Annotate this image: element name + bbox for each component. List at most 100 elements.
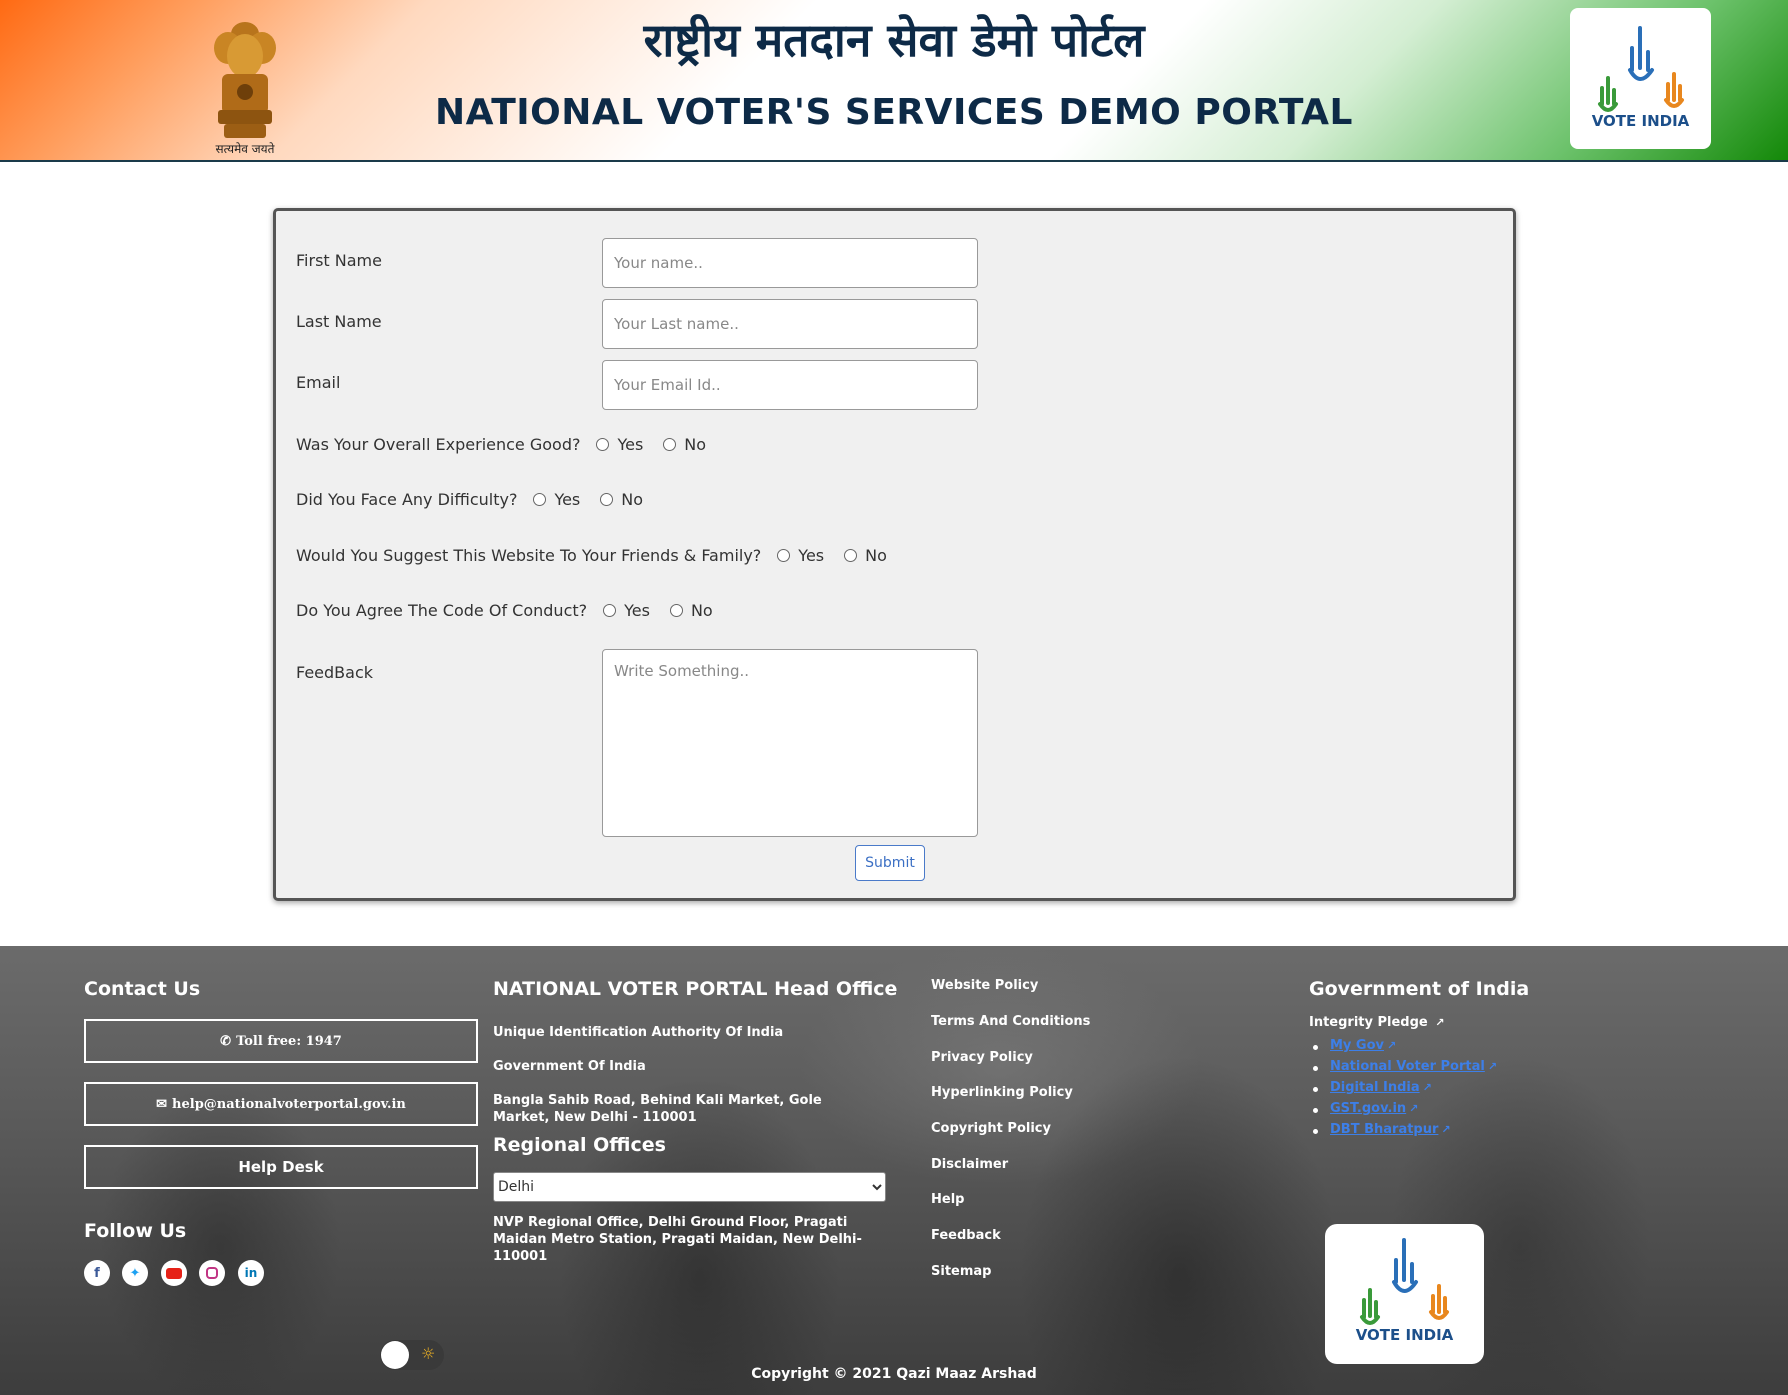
government-links: My Gov ↗ National Voter Portal ↗ Digital I… (1310, 1038, 1497, 1143)
radio-yes[interactable]: Yes (533, 490, 580, 509)
radio-no[interactable]: No (669, 601, 713, 620)
sitemap-link[interactable]: Sitemap (931, 1264, 991, 1279)
sun-icon: ☼ (421, 1344, 436, 1363)
radio-no[interactable]: No (844, 546, 887, 565)
radio-button[interactable] (844, 549, 858, 562)
regional-offices-heading: Regional Offices (493, 1134, 666, 1156)
email-input[interactable] (602, 360, 978, 410)
head-office-heading: NATIONAL VOTER PORTAL Head Office (493, 978, 898, 1000)
hyperlinking-policy-link[interactable]: Hyperlinking Policy (931, 1085, 1073, 1100)
radio-yes[interactable]: Yes (596, 435, 643, 454)
integrity-pledge-link[interactable]: Integrity Pledge ↗ (1309, 1014, 1445, 1031)
regional-office-address: NVP Regional Office, Delhi Ground Floor,… (493, 1215, 862, 1264)
list-item: GST.gov.in ↗ (1310, 1101, 1497, 1122)
radio-button[interactable] (777, 549, 791, 562)
radio-yes[interactable]: Yes (603, 601, 650, 620)
phone-icon: ✆ (220, 1033, 232, 1049)
digital-india-label: Digital India (1330, 1080, 1420, 1095)
question-label: Would You Suggest This Website To Your F… (296, 546, 762, 565)
email-label: help@nationalvoterportal.gov.in (172, 1096, 406, 1112)
external-link-icon: ↗ (1435, 1016, 1445, 1029)
external-link-icon: ↗ (1409, 1102, 1419, 1115)
youtube-icon[interactable] (161, 1260, 187, 1286)
submit-button[interactable]: Submit (855, 845, 925, 881)
list-item: DBT Bharatpur ↗ (1310, 1122, 1497, 1143)
question-suggest: Would You Suggest This Website To Your F… (296, 546, 907, 565)
feedback-textarea[interactable] (602, 649, 978, 837)
radio-yes[interactable]: Yes (777, 546, 824, 565)
regional-office-select[interactable]: Delhi (493, 1172, 886, 1202)
last-name-label: Last Name (296, 312, 382, 331)
toll-free-button[interactable]: ✆ Toll free: 1947 (84, 1019, 478, 1063)
website-policy-link[interactable]: Website Policy (931, 978, 1038, 993)
gst-label: GST.gov.in (1330, 1101, 1407, 1116)
dbt-bharatpur-label: DBT Bharatpur (1330, 1122, 1439, 1137)
digital-india-link[interactable]: Digital India ↗ (1330, 1080, 1432, 1095)
external-link-icon: ↗ (1387, 1039, 1397, 1052)
disclaimer-link[interactable]: Disclaimer (931, 1157, 1008, 1172)
radio-no-label: No (684, 435, 707, 454)
linkedin-icon[interactable]: in (238, 1260, 264, 1286)
gst-link[interactable]: GST.gov.in ↗ (1330, 1101, 1418, 1116)
page-title: NATIONAL VOTER'S SERVICES DEMO PORTAL (435, 92, 1353, 133)
radio-no-label: No (865, 546, 887, 565)
logo-text: VOTE INDIA (1355, 1326, 1454, 1344)
question-difficulty: Did You Face Any Difficulty? Yes No (296, 490, 663, 509)
list-item: National Voter Portal ↗ (1310, 1059, 1497, 1080)
radio-button[interactable] (669, 604, 683, 617)
integrity-pledge-label: Integrity Pledge (1309, 1015, 1428, 1030)
instagram-icon[interactable] (199, 1260, 225, 1286)
radio-no-label: No (690, 601, 713, 620)
help-link[interactable]: Help (931, 1192, 964, 1207)
question-code-of-conduct: Do You Agree The Code Of Conduct? Yes No (296, 601, 733, 620)
feedback-label: FeedBack (296, 663, 374, 682)
radio-yes-label: Yes (798, 546, 825, 565)
radio-button[interactable] (663, 438, 677, 451)
mygov-label: My Gov (1330, 1038, 1385, 1053)
emblem-caption: सत्यमेव जयते (215, 142, 275, 156)
radio-button[interactable] (603, 604, 617, 617)
radio-no[interactable]: No (663, 435, 706, 454)
question-label: Was Your Overall Experience Good? (296, 435, 581, 454)
government-heading: Government of India (1309, 978, 1530, 1000)
follow-heading: Follow Us (84, 1220, 187, 1242)
list-item: My Gov ↗ (1310, 1038, 1497, 1059)
help-desk-button[interactable]: Help Desk (84, 1145, 478, 1189)
radio-no-label: No (621, 490, 644, 509)
copyright-policy-link[interactable]: Copyright Policy (931, 1121, 1051, 1136)
dbt-bharatpur-link[interactable]: DBT Bharatpur ↗ (1330, 1122, 1451, 1137)
first-name-label: First Name (296, 251, 382, 270)
email-button[interactable]: ✉ help@nationalvoterportal.gov.in (84, 1082, 478, 1126)
facebook-icon[interactable]: f (84, 1260, 110, 1286)
list-item: Digital India ↗ (1310, 1080, 1497, 1101)
feedback-link[interactable]: Feedback (931, 1228, 1001, 1243)
vote-india-logo: VOTE INDIA (1570, 8, 1711, 149)
envelope-icon: ✉ (156, 1096, 168, 1112)
page-title-hindi: राष्ट्रीय मतदान सेवा डेमो पोर्टल (643, 13, 1145, 67)
privacy-policy-link[interactable]: Privacy Policy (931, 1050, 1033, 1065)
question-experience: Was Your Overall Experience Good? Yes No (296, 435, 726, 454)
radio-button[interactable] (600, 493, 614, 506)
site-header: सत्यमेव जयते राष्ट्रीय मतदान सेवा डेमो प… (0, 0, 1788, 162)
radio-yes-label: Yes (617, 435, 644, 454)
footer-vote-india-logo: VOTE INDIA (1325, 1224, 1484, 1364)
twitter-icon[interactable]: ✦ (122, 1260, 148, 1286)
first-name-input[interactable] (602, 238, 978, 288)
head-office-line2: Government Of India (493, 1059, 646, 1074)
radio-yes-label: Yes (624, 601, 650, 620)
last-name-input[interactable] (602, 299, 978, 349)
contact-heading: Contact Us (84, 978, 201, 1000)
head-office-line1: Unique Identification Authority Of India (493, 1025, 784, 1040)
feedback-form: First Name Last Name Email Was Your Over… (273, 208, 1516, 901)
external-link-icon: ↗ (1487, 1060, 1498, 1073)
mygov-link[interactable]: My Gov ↗ (1330, 1038, 1396, 1053)
head-office-address: Bangla Sahib Road, Behind Kali Market, G… (493, 1093, 822, 1125)
logo-text: VOTE INDIA (1591, 112, 1690, 130)
site-footer: Contact Us ✆ Toll free: 1947 ✉ help@nati… (0, 946, 1788, 1395)
copyright-text: Copyright © 2021 Qazi Maaz Arshad (751, 1366, 1037, 1382)
radio-button[interactable] (533, 493, 547, 506)
terms-link[interactable]: Terms And Conditions (931, 1014, 1090, 1029)
radio-button[interactable] (596, 438, 610, 451)
radio-no[interactable]: No (600, 490, 643, 509)
national-voter-portal-link[interactable]: National Voter Portal ↗ (1330, 1059, 1497, 1074)
